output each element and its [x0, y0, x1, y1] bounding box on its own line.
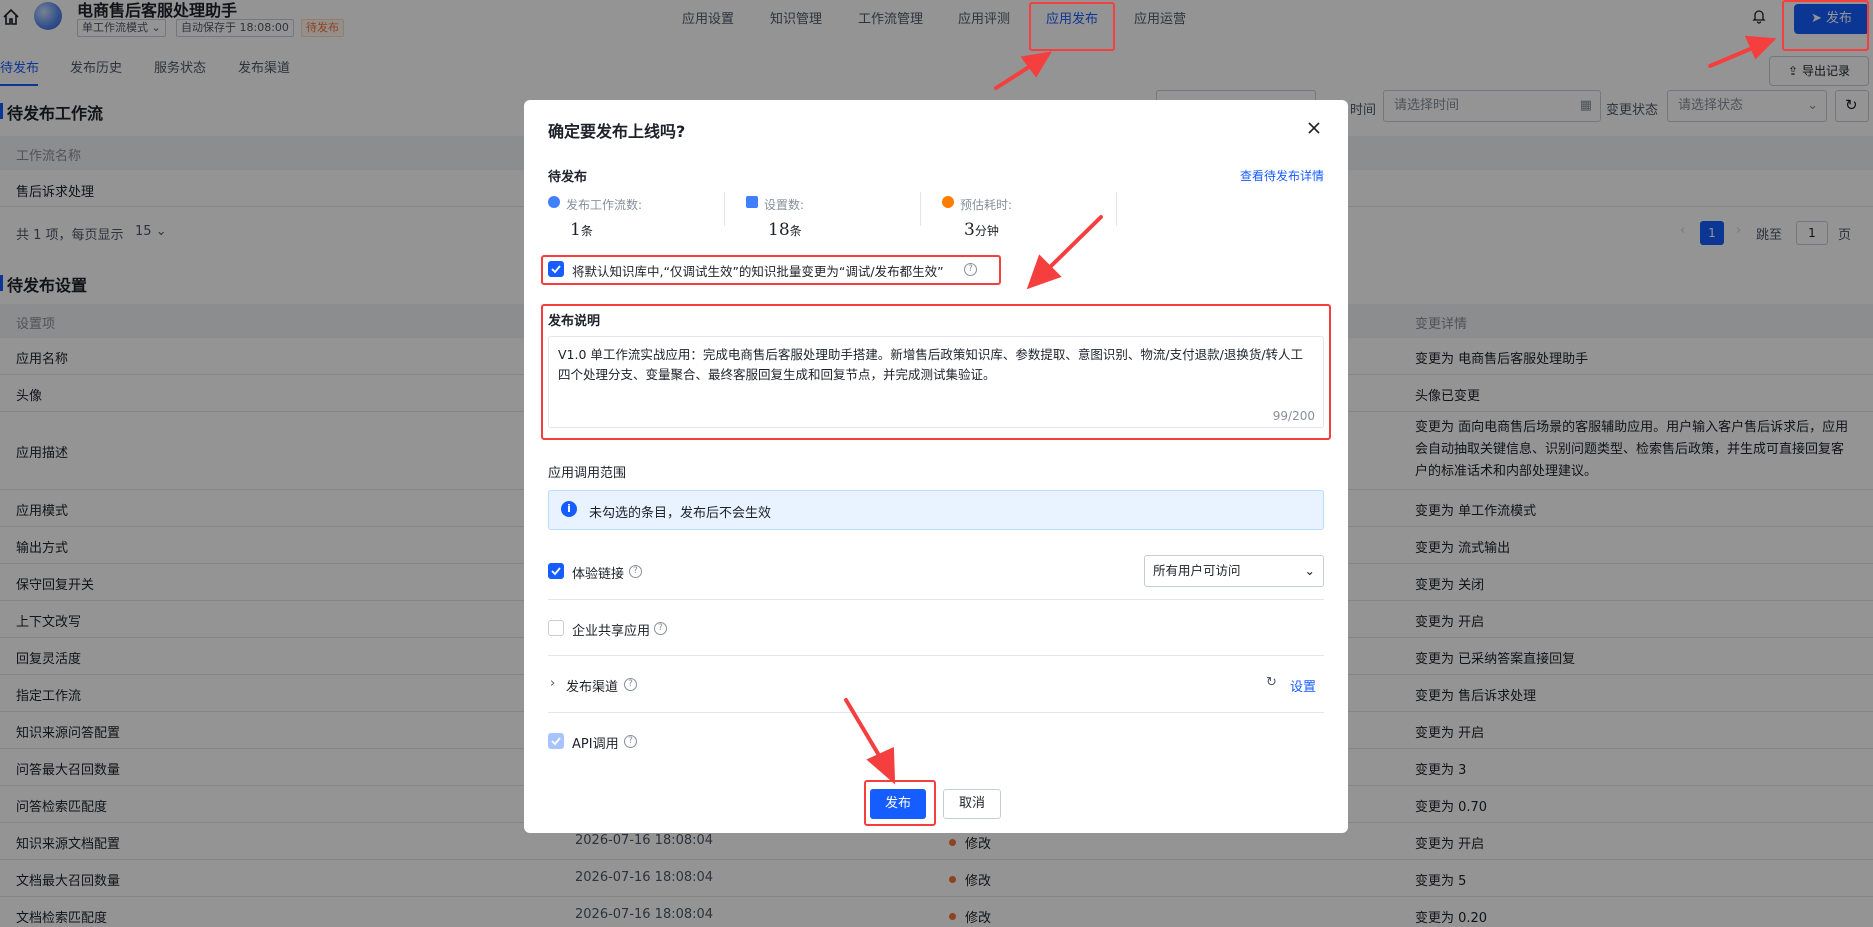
stat-time-unit: 分钟: [974, 224, 999, 238]
description-text: V1.0 单工作流实战应用：完成电商售后客服处理助手搭建。新增售后政策知识库、参…: [558, 347, 1304, 382]
publish-confirm-dialog: 确定要发布上线吗? 待发布 查看待发布详情 发布工作流数: 1条 设置数: 18…: [524, 100, 1348, 833]
stat-settings-value: 18条: [768, 220, 802, 240]
stat-settings-label: 设置数:: [764, 198, 805, 212]
close-icon[interactable]: [1304, 118, 1324, 138]
api-call-checkbox: [548, 733, 564, 749]
stat-settings-unit: 条: [789, 224, 802, 238]
clock-icon: [942, 196, 954, 208]
description-textarea[interactable]: V1.0 单工作流实战应用：完成电商售后客服处理助手搭建。新增售后政策知识库、参…: [548, 336, 1324, 428]
stat-workflow-label: 发布工作流数:: [566, 198, 643, 212]
stat-time-value: 3分钟: [964, 220, 999, 240]
api-call-label: API调用: [572, 737, 619, 752]
settings-count-icon: [746, 196, 758, 208]
enterprise-share-label: 企业共享应用: [572, 624, 651, 639]
info-icon: i: [561, 501, 577, 517]
stat-time-label: 预估耗时:: [960, 198, 1013, 212]
info-alert: i 未勾选的条目，发布后不会生效: [548, 490, 1324, 530]
divider: [548, 712, 1324, 713]
help-icon[interactable]: ?: [629, 565, 642, 578]
publish-channel-label[interactable]: 发布渠道: [566, 676, 618, 695]
channel-settings-link[interactable]: 设置: [1290, 676, 1316, 695]
access-scope-select[interactable]: 所有用户可访问 ⌄: [1144, 555, 1324, 587]
check-icon: [551, 567, 561, 576]
stat-workflow-number: 1: [570, 220, 581, 240]
dialog-title: 确定要发布上线吗?: [548, 122, 686, 141]
pending-label: 待发布: [548, 170, 588, 185]
kb-batch-label: 将默认知识库中,“仅调试生效”的知识批量变更为“调试/发布都生效”: [572, 264, 944, 279]
enterprise-share-checkbox[interactable]: [548, 620, 564, 636]
access-scope-value: 所有用户可访问: [1153, 563, 1241, 578]
chevron-right-icon[interactable]: ›: [550, 676, 555, 691]
scope-label: 应用调用范围: [548, 466, 627, 481]
check-icon: [551, 737, 561, 746]
help-icon[interactable]: ?: [624, 678, 637, 691]
help-icon[interactable]: ?: [624, 735, 637, 748]
description-char-count: 99/200: [1272, 409, 1315, 423]
experience-link-label: 体验链接: [572, 567, 625, 582]
view-pending-detail-link[interactable]: 查看待发布详情: [1240, 167, 1324, 184]
cancel-button[interactable]: 取消: [943, 789, 1001, 819]
stat-divider: [724, 192, 725, 226]
chevron-down-icon: ⌄: [1304, 563, 1315, 578]
check-icon: [551, 265, 561, 274]
stat-divider: [1116, 192, 1117, 226]
confirm-publish-button[interactable]: 发布: [870, 789, 926, 819]
stat-divider: [920, 192, 921, 226]
description-label: 发布说明: [548, 314, 601, 329]
info-text: 未勾选的条目，发布后不会生效: [589, 506, 772, 521]
help-icon[interactable]: ?: [964, 263, 977, 276]
stat-settings-number: 18: [768, 220, 790, 240]
kb-batch-checkbox[interactable]: [548, 261, 564, 277]
stat-time-number: 3: [964, 220, 975, 240]
refresh-icon[interactable]: ↻: [1266, 675, 1277, 690]
help-icon[interactable]: ?: [654, 622, 667, 635]
workflow-count-icon: [548, 196, 560, 208]
divider: [548, 655, 1324, 656]
stat-workflow-unit: 条: [580, 224, 593, 238]
divider: [548, 599, 1324, 600]
stat-workflow-value: 1条: [570, 220, 593, 240]
experience-link-checkbox[interactable]: [548, 563, 564, 579]
